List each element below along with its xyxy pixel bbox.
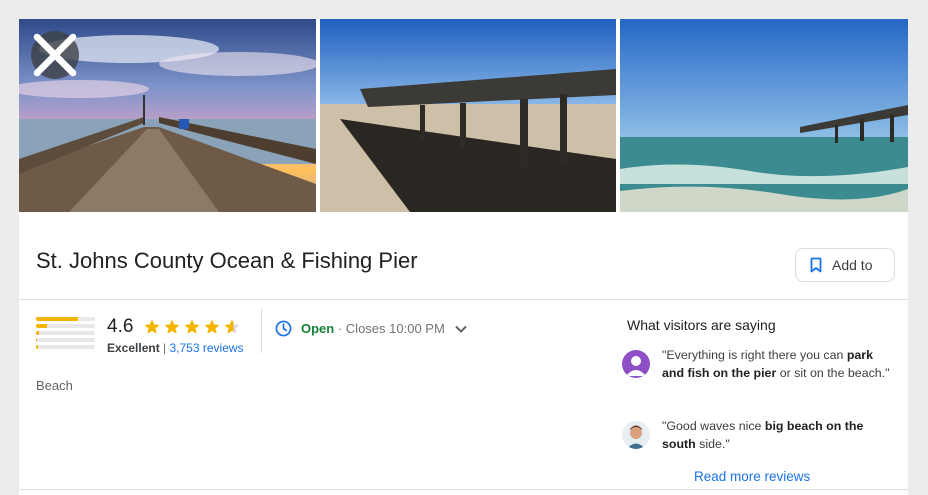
chevron-down-icon[interactable] [454, 322, 468, 336]
place-category: Beach [36, 378, 73, 393]
star-icon [204, 319, 220, 334]
close-icon [33, 33, 77, 77]
pier-sunset-photo[interactable] [19, 19, 316, 212]
pier-ocean-photo[interactable] [620, 19, 908, 212]
star-icon [144, 319, 160, 334]
star-icon [224, 319, 240, 334]
divider [261, 308, 262, 353]
rating-bar-2 [36, 338, 95, 342]
clock-icon [275, 320, 292, 337]
rating-separator: | [159, 341, 170, 355]
rating-summary: Excellent | 3,753 reviews [107, 341, 244, 355]
visitors-heading: What visitors are saying [627, 317, 776, 333]
rating-distribution [36, 317, 95, 352]
info-section: 4.6 Excellent | 3,753 reviews Open · Clo… [19, 300, 908, 495]
add-to-label: Add to [832, 257, 873, 273]
bottom-divider [19, 489, 908, 490]
read-more-reviews-link[interactable]: Read more reviews [694, 469, 810, 484]
rating-stars [143, 318, 241, 336]
photo-strip [19, 19, 908, 212]
star-icon [184, 319, 200, 334]
bookmark-icon [810, 257, 822, 273]
place-card: St. Johns County Ocean & Fishing Pier Ad… [19, 19, 908, 495]
visitors-panel: What visitors are saying "Everything is … [622, 300, 908, 495]
hours-separator: · [334, 321, 346, 336]
review-quote-2: "Good waves nice big beach on the south … [662, 419, 864, 451]
star-icon [164, 319, 180, 334]
rating-bar-3 [36, 331, 95, 335]
pier-shadow-photo[interactable] [320, 19, 616, 212]
review-snippet-2: "Good waves nice big beach on the south … [622, 417, 898, 457]
rating-bar-5 [36, 317, 95, 321]
avatar [622, 421, 650, 449]
review-quote-1: "Everything is right there you can park … [662, 348, 890, 380]
review-snippet-1: "Everything is right there you can park … [622, 346, 898, 402]
close-button[interactable] [31, 31, 79, 79]
rating-descriptor: Excellent [107, 341, 160, 355]
rating-bar-1 [36, 345, 95, 349]
reviews-link[interactable]: 3,753 reviews [170, 341, 244, 355]
hours-status[interactable]: Open · Closes 10:00 PM [275, 320, 468, 337]
open-status: Open [301, 321, 335, 336]
title-row: St. Johns County Ocean & Fishing Pier Ad… [19, 212, 908, 300]
avatar [622, 350, 650, 378]
rating-bar-4 [36, 324, 95, 328]
add-to-button[interactable]: Add to [795, 248, 895, 282]
closing-time: Closes 10:00 PM [345, 321, 445, 336]
place-title: St. Johns County Ocean & Fishing Pier [36, 248, 418, 273]
rating-value: 4.6 [107, 316, 134, 337]
